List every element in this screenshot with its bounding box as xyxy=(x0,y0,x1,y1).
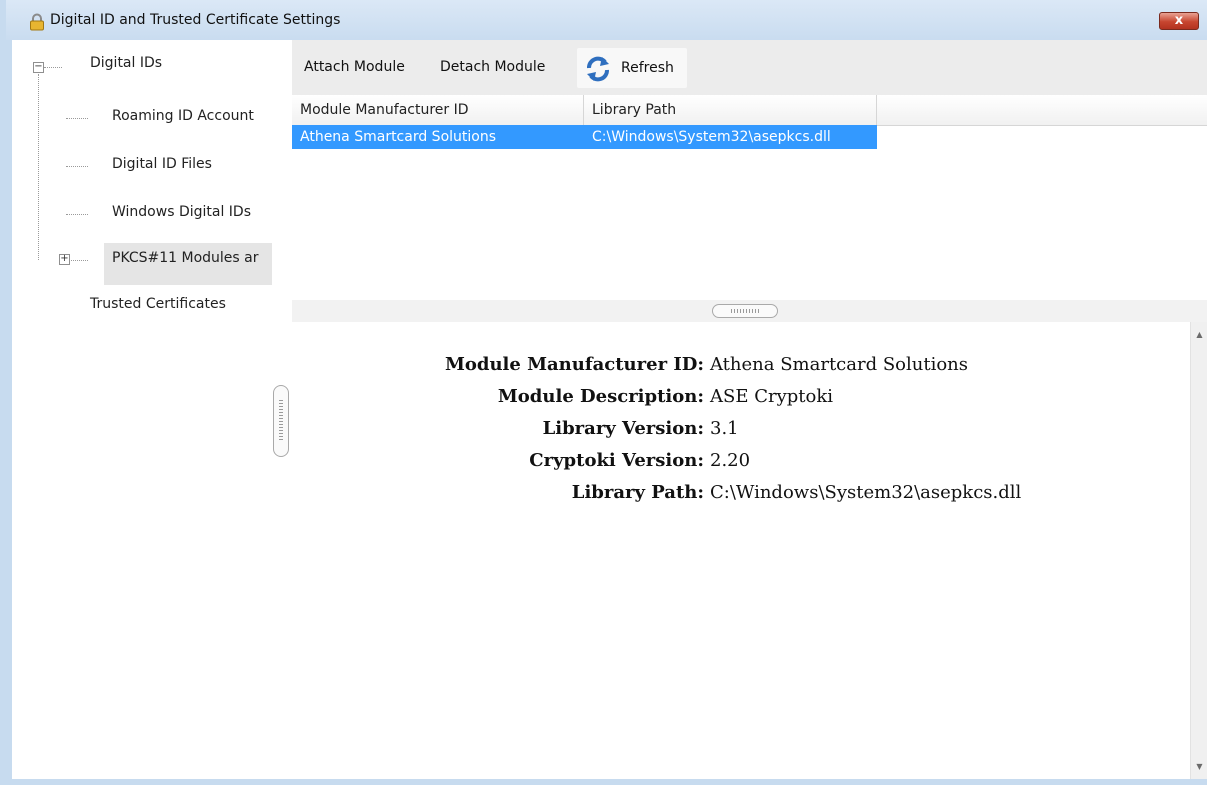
details-scrollbar[interactable]: ▲ ▼ xyxy=(1190,322,1207,779)
horizontal-splitter[interactable] xyxy=(292,300,1207,322)
scroll-up-icon[interactable]: ▲ xyxy=(1191,326,1207,343)
column-header-manufacturer[interactable]: Module Manufacturer ID xyxy=(292,95,584,125)
detail-label-library-path: Library Path: xyxy=(571,482,704,503)
toolbar: Attach Module Detach Module Refresh xyxy=(292,40,1207,95)
detail-value-description: ASE Cryptoki xyxy=(710,386,833,407)
tree-connector xyxy=(66,166,88,168)
tree-connector xyxy=(38,74,40,260)
tree-connector xyxy=(66,118,88,120)
tree-item-windows-digital-ids[interactable]: Windows Digital IDs xyxy=(112,204,251,220)
splitter-grip-icon[interactable] xyxy=(712,304,778,318)
attach-module-button[interactable]: Attach Module xyxy=(304,40,405,95)
detail-value-manufacturer: Athena Smartcard Solutions xyxy=(710,354,969,375)
tree-item-trusted-certificates[interactable]: Trusted Certificates xyxy=(90,296,226,312)
title-bar: Digital ID and Trusted Certificate Setti… xyxy=(6,0,1207,40)
detail-value-cryptoki-version: 2.20 xyxy=(710,450,751,471)
refresh-label: Refresh xyxy=(621,60,674,76)
detach-module-button[interactable]: Detach Module xyxy=(440,40,545,95)
module-pane: Attach Module Detach Module Refresh Modu… xyxy=(292,40,1207,779)
tree-connector xyxy=(66,214,88,216)
collapse-icon[interactable]: − xyxy=(33,62,44,73)
window-title: Digital ID and Trusted Certificate Setti… xyxy=(50,12,341,28)
tree-item-roaming-id-account[interactable]: Roaming ID Account xyxy=(112,108,254,124)
cell-library-path: C:\Windows\System32\asepkcs.dll xyxy=(592,129,831,145)
window-client: − Digital IDs Roaming ID Account Digital… xyxy=(12,40,1207,779)
column-header-library-path[interactable]: Library Path xyxy=(584,95,877,125)
tree-connector xyxy=(71,260,88,262)
settings-window: Digital ID and Trusted Certificate Setti… xyxy=(0,0,1207,785)
tree-item-digital-ids[interactable]: Digital IDs xyxy=(90,55,162,71)
detail-value-library-path: C:\Windows\System32\asepkcs.dll xyxy=(710,482,1022,503)
detail-label-library-version: Library Version: xyxy=(542,418,704,439)
refresh-button[interactable]: Refresh xyxy=(577,48,687,88)
splitter-grip-icon[interactable] xyxy=(273,385,289,457)
lock-icon xyxy=(30,13,44,31)
detail-label-manufacturer: Module Manufacturer ID: xyxy=(444,354,704,375)
tree-item-pkcs11-modules[interactable]: PKCS#11 Modules ar xyxy=(112,250,259,266)
cell-manufacturer: Athena Smartcard Solutions xyxy=(300,129,497,145)
detail-label-description: Module Description: xyxy=(497,386,704,407)
expand-icon[interactable]: + xyxy=(59,254,70,265)
detail-value-library-version: 3.1 xyxy=(710,418,739,439)
tree-item-digital-id-files[interactable]: Digital ID Files xyxy=(112,156,212,172)
table-row[interactable]: Athena Smartcard Solutions C:\Windows\Sy… xyxy=(292,125,877,149)
scroll-down-icon[interactable]: ▼ xyxy=(1191,758,1207,775)
close-button[interactable]: x xyxy=(1159,12,1199,30)
detail-label-cryptoki-version: Cryptoki Version: xyxy=(529,450,704,471)
tree-connector xyxy=(44,67,62,69)
refresh-icon xyxy=(587,56,609,82)
module-details: Module Manufacturer ID: Athena Smartcard… xyxy=(292,322,1190,779)
modules-table: Module Manufacturer ID Library Path Athe… xyxy=(292,95,1207,300)
table-header: Module Manufacturer ID Library Path xyxy=(292,95,1207,126)
navigation-tree: − Digital IDs Roaming ID Account Digital… xyxy=(12,40,282,779)
